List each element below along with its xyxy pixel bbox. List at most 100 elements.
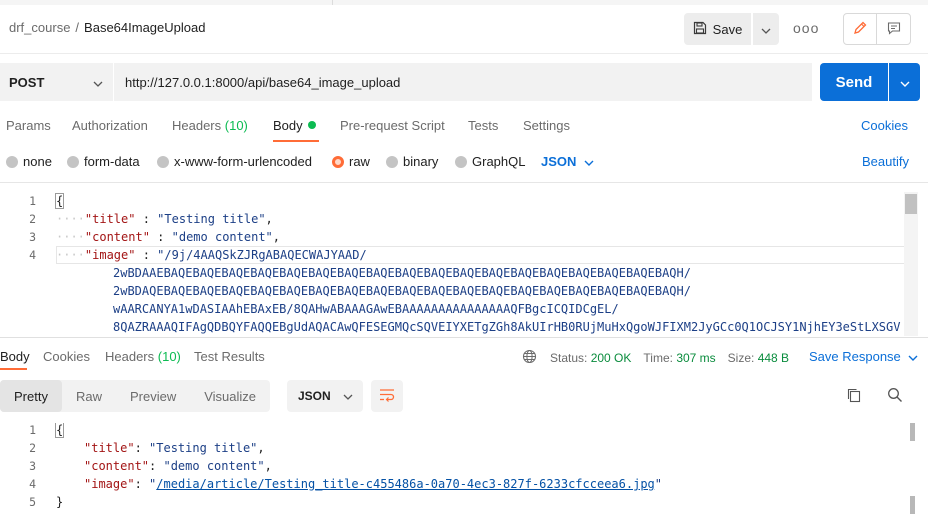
view-raw[interactable]: Raw [62, 380, 116, 412]
radio-graphql-label: GraphQL [472, 154, 526, 169]
radio-binary[interactable]: binary [386, 154, 438, 169]
json-value: "demo content" [163, 459, 265, 473]
cookies-link[interactable]: Cookies [861, 118, 908, 133]
language-label: JSON [541, 154, 577, 169]
status-label: Status: [550, 351, 588, 365]
tab-tests[interactable]: Tests [468, 118, 498, 133]
scrollbar-thumb[interactable] [910, 496, 915, 514]
radio-form-data-label: form-data [84, 154, 140, 169]
tab-response-cookies[interactable]: Cookies [43, 349, 90, 364]
request-name[interactable]: Base64ImageUpload [84, 20, 205, 35]
tab-headers[interactable]: Headers (10) [172, 118, 248, 133]
json-brace: } [56, 495, 64, 509]
view-preview[interactable]: Preview [116, 380, 190, 412]
json-key: "content" [84, 459, 150, 473]
code-line: "image": "/media/article/Testing_title-c… [84, 477, 662, 491]
code-line: ····"content" : "demo content", [56, 230, 281, 244]
view-pretty[interactable]: Pretty [0, 380, 62, 412]
mode-toggle [843, 13, 911, 45]
code-line: ····"title" : "Testing title", [56, 212, 273, 226]
radio-circle [67, 155, 79, 168]
breadcrumb-collection[interactable]: drf_course [9, 20, 70, 35]
tab-response-headers[interactable]: Headers (10) [105, 349, 181, 364]
chevron-down-icon [93, 75, 103, 90]
save-options-button[interactable] [753, 13, 779, 45]
code-line-wrapped: wAARCANYA1wDASIAAhEBAxEB/8QAHwABAAAGAwEB… [113, 302, 619, 316]
json-value: "Testing title" [157, 212, 266, 226]
send-group: Send [820, 63, 920, 101]
radio-circle [386, 155, 398, 168]
body-language-select[interactable]: JSON [541, 154, 594, 169]
radio-form-data[interactable]: form-data [67, 154, 140, 169]
tab-test-results[interactable]: Test Results [194, 349, 265, 364]
wrap-lines-button[interactable] [371, 380, 403, 412]
url-input[interactable] [114, 63, 812, 101]
save-icon [693, 21, 707, 38]
chevron-down-icon [584, 154, 594, 169]
search-button[interactable] [887, 387, 903, 406]
beautify-link[interactable]: Beautify [862, 154, 909, 169]
tab-params[interactable]: Params [6, 118, 51, 133]
response-body-viewer[interactable]: 1 2 3 4 5 { "title": "Testing title", "c… [0, 423, 904, 517]
code-line-wrapped: 8QAZRAAAQIFAgQDBQYFAQQEBgUdAQACAwQFESEGM… [113, 320, 901, 334]
size-value[interactable]: 448 B [758, 351, 789, 365]
code-line: { [54, 192, 65, 210]
tab-response-body[interactable]: Body [0, 349, 30, 364]
radio-graphql[interactable]: GraphQL [455, 154, 525, 169]
scrollbar-thumb[interactable] [905, 194, 917, 214]
tab-body[interactable]: Body [273, 118, 316, 133]
radio-circle-selected [332, 155, 344, 168]
save-label: Save [712, 21, 743, 37]
radio-circle [157, 155, 169, 168]
documentation-mode-button[interactable] [877, 14, 910, 44]
save-button[interactable]: Save [684, 13, 751, 45]
image-url-link[interactable]: /media/article/Testing_title-c455486a-0a… [156, 477, 655, 491]
method-select[interactable]: POST [0, 63, 113, 101]
divider [0, 53, 928, 54]
tab-pre-request-script[interactable]: Pre-request Script [340, 118, 445, 133]
pane-splitter[interactable] [0, 337, 928, 338]
radio-binary-label: binary [403, 154, 439, 169]
wrap-lines-icon [379, 388, 395, 405]
time-value[interactable]: 307 ms [676, 351, 715, 365]
edit-mode-button[interactable] [844, 14, 878, 44]
scrollbar-thumb[interactable] [910, 423, 915, 441]
json-brace: { [54, 193, 65, 209]
send-button[interactable]: Send [820, 63, 888, 101]
more-options-button[interactable]: ooo [793, 20, 819, 36]
line-number: 3 [29, 459, 36, 473]
send-options-button[interactable] [889, 63, 920, 101]
code-line-wrapped: 2wBDAAEBAQEBAQEBAQEBAQEBAQEBAQEBAQEBAQEB… [113, 266, 691, 280]
chevron-down-icon [343, 389, 353, 403]
radio-none[interactable]: none [6, 154, 52, 169]
tab-authorization[interactable]: Authorization [72, 118, 148, 133]
tab-body-label: Body [273, 118, 303, 133]
divider [0, 182, 928, 183]
code-line: "content": "demo content", [84, 459, 272, 473]
request-body-editor[interactable]: 1 2 3 4 { ····"title" : "Testing title",… [0, 192, 904, 336]
response-format-select[interactable]: JSON [287, 380, 363, 412]
radio-circle [6, 155, 18, 168]
json-key: "image" [84, 248, 136, 262]
code-line: { [54, 423, 65, 438]
active-tab-indicator [0, 368, 27, 370]
time-label: Time: [643, 351, 673, 365]
tab-response-headers-label: Headers [105, 349, 155, 364]
json-brace: { [54, 423, 65, 438]
radio-raw-label: raw [349, 154, 370, 169]
globe-icon[interactable] [522, 349, 537, 367]
save-response-button[interactable]: Save Response [809, 349, 918, 364]
radio-urlencoded[interactable]: x-www-form-urlencoded [157, 154, 312, 169]
line-number: 1 [29, 194, 36, 208]
response-meta: Status: 200 OK Time: 307 ms Size: 448 B [522, 349, 789, 367]
tab-settings[interactable]: Settings [523, 118, 570, 133]
tab-headers-label: Headers [172, 118, 222, 133]
line-number: 5 [29, 495, 36, 509]
response-editor-scrollbar[interactable] [909, 423, 917, 517]
json-key: "title" [84, 441, 135, 455]
request-editor-scrollbar[interactable] [904, 192, 918, 336]
status-value[interactable]: 200 OK [591, 351, 632, 365]
copy-button[interactable] [846, 387, 862, 406]
view-visualize[interactable]: Visualize [190, 380, 270, 412]
radio-raw[interactable]: raw [332, 154, 370, 169]
